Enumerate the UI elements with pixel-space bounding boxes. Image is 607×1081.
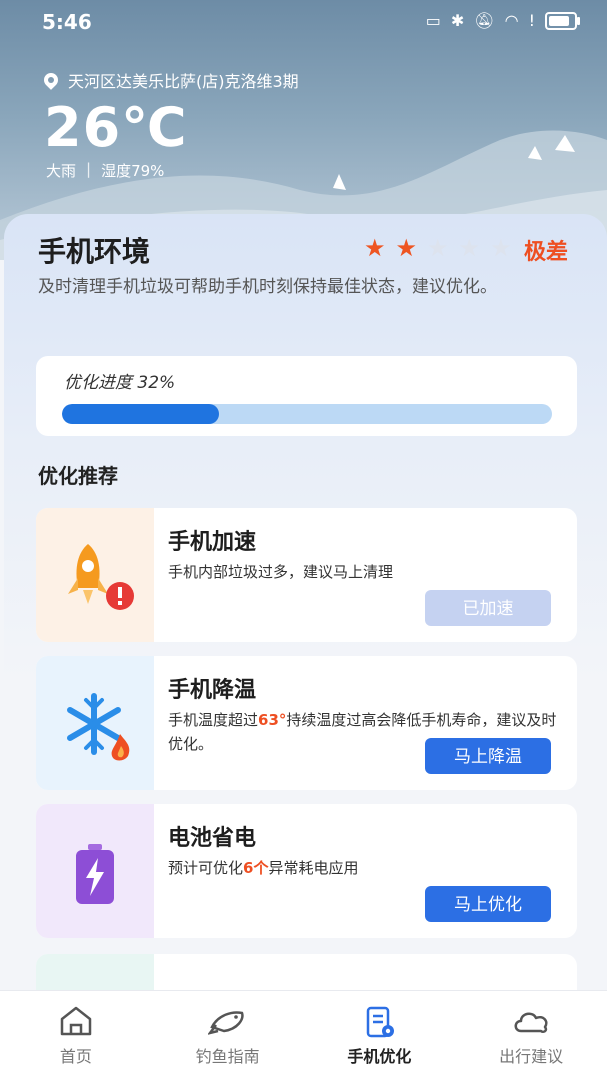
home-icon: [60, 1006, 92, 1036]
optimize-now-button[interactable]: 马上优化: [425, 886, 551, 922]
weather-separator: |: [86, 160, 92, 178]
rec-icon-box: [36, 508, 154, 642]
weather-summary: 大雨 | 湿度79%: [46, 160, 164, 181]
location-row[interactable]: 天河区达美乐比萨(店)克洛维3期: [41, 68, 299, 92]
progress-label: 优化进度 32%: [64, 373, 176, 393]
tab-travel-advice[interactable]: 出行建议: [455, 991, 607, 1081]
rec-title: 手机降温: [168, 678, 257, 703]
star-icon: ★: [364, 234, 386, 262]
status-icons: ▭ ✱ 🔕︎ ◠ !: [425, 11, 580, 30]
battery-icon: [545, 12, 580, 30]
snowflake-icon: [67, 693, 130, 761]
progress-fill: [62, 404, 219, 424]
rec-desc: 预计可优化6个异常耗电应用: [168, 856, 568, 880]
phone-optimize-icon: [367, 1006, 395, 1038]
status-time: 5:46: [42, 10, 92, 34]
rec-title: 手机加速: [168, 530, 257, 555]
fish-icon: [207, 1011, 244, 1035]
rec-desc-prefix: 预计可优化: [168, 859, 244, 877]
rec-title: 电池省电: [168, 826, 257, 851]
humidity: 湿度79%: [101, 162, 165, 180]
recommendation-card-partial[interactable]: [36, 954, 577, 994]
progress-bar: [62, 404, 552, 424]
tab-label: 手机优化: [347, 1047, 412, 1066]
cloud-icon: [514, 1012, 548, 1034]
recommendation-card-speedup[interactable]: 手机加速 手机内部垃圾过多，建议马上清理 已加速: [36, 508, 577, 642]
environment-title: 手机环境: [38, 235, 151, 268]
cast-icon: ▭: [425, 11, 441, 30]
recommendation-card-battery[interactable]: 电池省电 预计可优化6个异常耗电应用 马上优化: [36, 804, 577, 938]
main-panel: 手机环境 ★ ★ ★ ★ ★ 极差 及时清理手机垃圾可帮助手机时刻保持最佳状态，…: [4, 214, 607, 994]
wifi-icon: ◠: [504, 11, 519, 30]
section-title: 优化推荐: [38, 464, 118, 488]
location-text: 天河区达美乐比萨(店)克洛维3期: [68, 72, 299, 91]
rec-icon-box: [36, 954, 154, 994]
star-icon: ★: [395, 234, 418, 262]
tab-label: 首页: [59, 1047, 92, 1066]
rec-icon-box: [36, 804, 154, 938]
speedup-done-button[interactable]: 已加速: [425, 590, 551, 626]
recommendation-card-cooldown[interactable]: 手机降温 手机温度超过63°持续温度过高会降低手机寿命，建议及时优化。 马上降温: [36, 656, 577, 790]
alert-icon: !: [528, 11, 535, 30]
temperature-highlight: 63°: [258, 711, 287, 729]
tab-label: 出行建议: [499, 1047, 564, 1066]
rating-label: 极差: [524, 240, 569, 265]
star-icon: ★: [458, 234, 481, 262]
cooldown-now-button[interactable]: 马上降温: [425, 738, 551, 774]
bottom-tab-bar: 首页 钓鱼指南 手机优化 出行建议: [0, 990, 607, 1081]
rec-desc-suffix: 异常耗电应用: [268, 859, 359, 877]
rec-desc: 手机内部垃圾过多，建议马上清理: [168, 563, 394, 581]
bluetooth-icon: ✱: [450, 11, 465, 30]
tab-home[interactable]: 首页: [0, 991, 152, 1081]
app-count-highlight: 6个: [243, 859, 269, 877]
location-pin-icon: [41, 70, 61, 90]
rec-icon-box: [36, 656, 154, 790]
star-icon: ★: [490, 234, 512, 262]
tab-phone-optimize[interactable]: 手机优化: [304, 991, 456, 1081]
rocket-icon: [68, 544, 134, 610]
rating-stars: ★ ★ ★ ★ ★: [364, 236, 512, 260]
mute-bell-icon: 🔕︎: [474, 11, 495, 30]
status-bar: 5:46 ▭ ✱ 🔕︎ ◠ !: [0, 0, 607, 44]
temperature: 26℃: [44, 96, 188, 159]
environment-description: 及时清理手机垃圾可帮助手机时刻保持最佳状态，建议优化。: [38, 277, 497, 297]
star-icon: ★: [427, 234, 449, 262]
rec-desc-prefix: 手机温度超过: [168, 711, 259, 729]
tab-label: 钓鱼指南: [195, 1047, 260, 1066]
tab-fishing-guide[interactable]: 钓鱼指南: [152, 991, 304, 1081]
progress-card: 优化进度 32%: [36, 356, 577, 436]
battery-charge-icon: [76, 844, 114, 904]
weather-condition: 大雨: [46, 162, 77, 180]
